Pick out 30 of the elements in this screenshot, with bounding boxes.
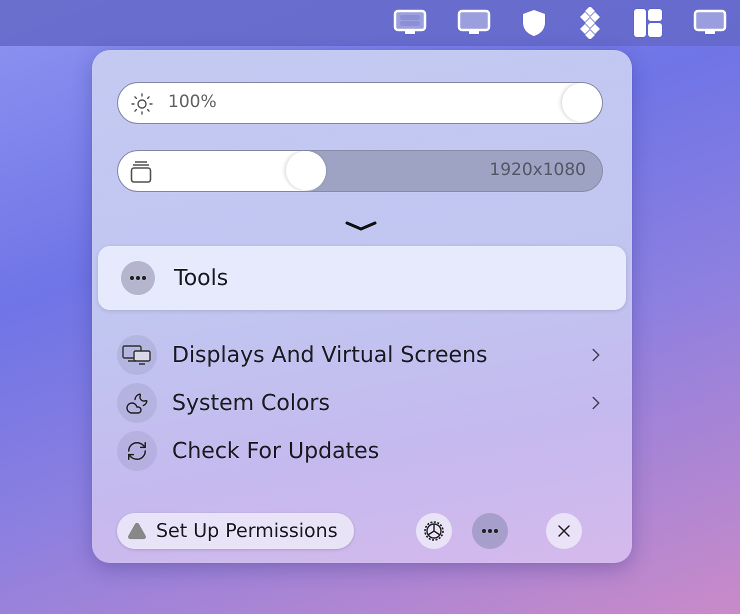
cloud-moon-icon <box>125 391 149 415</box>
resolution-value: 1920x1080 <box>489 160 586 180</box>
monitors-icon <box>122 344 152 366</box>
more-icon <box>482 529 498 533</box>
brightness-slider[interactable]: 100% <box>117 82 603 124</box>
stacked-windows-icon <box>130 160 152 184</box>
menu-item[interactable]: Check For Updates <box>117 427 607 475</box>
settings-button[interactable] <box>416 513 452 549</box>
menu-item-label: System Colors <box>172 390 330 416</box>
menu-item-label: Displays And Virtual Screens <box>172 342 488 368</box>
menu-item[interactable]: System Colors <box>117 379 607 427</box>
tools-label: Tools <box>174 266 228 290</box>
more-button[interactable] <box>472 513 508 549</box>
warning-icon <box>127 521 147 541</box>
menu-item[interactable]: Displays And Virtual Screens <box>117 331 607 379</box>
monitor-icon[interactable] <box>693 9 727 37</box>
sun-icon <box>130 92 154 116</box>
brightness-value: 100% <box>168 92 217 112</box>
menu-item-label: Check For Updates <box>172 438 380 464</box>
refresh-icon <box>126 440 148 462</box>
permissions-button[interactable]: Set Up Permissions <box>117 513 354 549</box>
more-icon <box>130 276 146 280</box>
shield-icon[interactable] <box>521 8 547 38</box>
monitor-icon[interactable] <box>393 9 427 37</box>
tools-row[interactable]: Tools <box>98 246 626 310</box>
close-button[interactable] <box>546 513 582 549</box>
layout-icon[interactable] <box>633 8 663 38</box>
monitor-icon[interactable] <box>457 9 491 37</box>
chevron-down-icon[interactable] <box>344 220 376 232</box>
settings-icon <box>422 519 446 543</box>
